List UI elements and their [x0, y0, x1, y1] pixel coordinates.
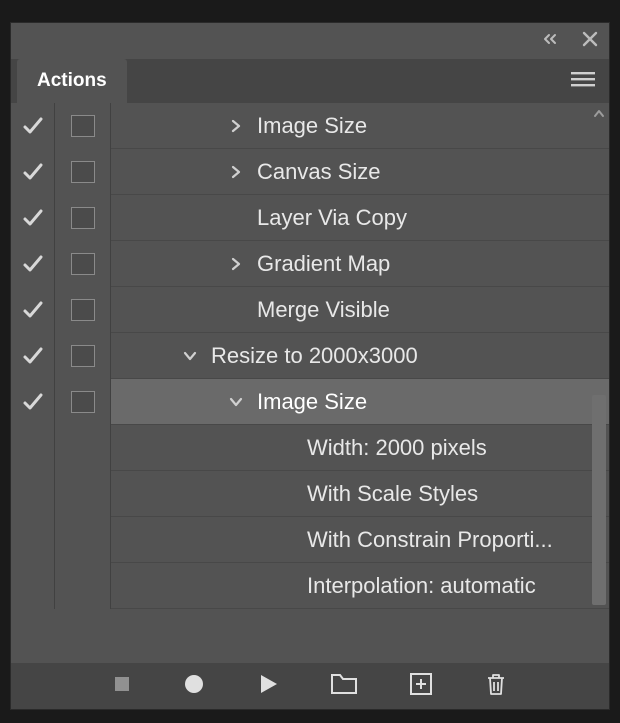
- toggle-enabled[interactable]: [11, 471, 55, 517]
- row-label: Gradient Map: [257, 251, 390, 277]
- panel-footer: [11, 663, 609, 709]
- toggle-dialog[interactable]: [55, 379, 111, 425]
- toggle-enabled[interactable]: [11, 287, 55, 333]
- row-main[interactable]: Canvas Size: [111, 149, 609, 195]
- chevron-right-icon[interactable]: [221, 164, 251, 180]
- row-label: Image Size: [257, 113, 367, 139]
- row-label: Image Size: [257, 389, 367, 415]
- dialog-box-icon[interactable]: [71, 115, 95, 137]
- panel-menu-icon[interactable]: [571, 70, 595, 93]
- row-main[interactable]: Image Size: [111, 379, 609, 425]
- action-row[interactable]: Gradient Map: [11, 241, 609, 287]
- row-main[interactable]: Image Size: [111, 103, 609, 149]
- scroll-thumb[interactable]: [592, 395, 606, 605]
- action-row[interactable]: With Constrain Proporti...: [11, 517, 609, 563]
- dialog-box-icon[interactable]: [71, 391, 95, 413]
- toggle-dialog[interactable]: [55, 563, 111, 609]
- action-row[interactable]: With Scale Styles: [11, 471, 609, 517]
- toggle-dialog[interactable]: [55, 517, 111, 563]
- row-label: Layer Via Copy: [257, 205, 407, 231]
- toggle-dialog[interactable]: [55, 103, 111, 149]
- play-button[interactable]: [257, 673, 279, 700]
- tab-actions[interactable]: Actions: [17, 59, 127, 103]
- toggle-enabled[interactable]: [11, 563, 55, 609]
- row-main[interactable]: Layer Via Copy: [111, 195, 609, 241]
- close-icon[interactable]: [581, 30, 599, 53]
- toggle-dialog[interactable]: [55, 471, 111, 517]
- row-main[interactable]: Merge Visible: [111, 287, 609, 333]
- dialog-box-icon[interactable]: [71, 345, 95, 367]
- toggle-dialog[interactable]: [55, 149, 111, 195]
- actions-panel: Actions Image Size Canvas Size Layer Via C…: [10, 22, 610, 710]
- toggle-enabled[interactable]: [11, 379, 55, 425]
- action-row[interactable]: Image Size: [11, 103, 609, 149]
- tab-label: Actions: [37, 70, 107, 91]
- row-label: With Constrain Proporti...: [307, 527, 553, 553]
- panel-titlebar: [11, 23, 609, 59]
- row-label: Resize to 2000x3000: [211, 343, 418, 369]
- toggle-dialog[interactable]: [55, 195, 111, 241]
- new-action-button[interactable]: [409, 672, 433, 701]
- row-label: With Scale Styles: [307, 481, 478, 507]
- row-label: Interpolation: automatic: [307, 573, 536, 599]
- stop-button[interactable]: [113, 675, 131, 698]
- new-set-button[interactable]: [331, 673, 357, 700]
- action-row[interactable]: Layer Via Copy: [11, 195, 609, 241]
- row-main[interactable]: Interpolation: automatic: [111, 563, 609, 609]
- record-button[interactable]: [183, 673, 205, 700]
- collapse-icon[interactable]: [543, 32, 565, 51]
- action-row[interactable]: Merge Visible: [11, 287, 609, 333]
- chevron-right-icon[interactable]: [221, 118, 251, 134]
- trash-button[interactable]: [485, 672, 507, 701]
- dialog-box-icon[interactable]: [71, 253, 95, 275]
- action-row[interactable]: Width: 2000 pixels: [11, 425, 609, 471]
- dialog-box-icon[interactable]: [71, 207, 95, 229]
- action-row[interactable]: Image Size: [11, 379, 609, 425]
- toggle-enabled[interactable]: [11, 517, 55, 563]
- action-row[interactable]: Canvas Size: [11, 149, 609, 195]
- scrollbar[interactable]: [591, 105, 607, 661]
- dialog-box-icon[interactable]: [71, 299, 95, 321]
- row-main[interactable]: Gradient Map: [111, 241, 609, 287]
- toggle-dialog[interactable]: [55, 333, 111, 379]
- row-label: Merge Visible: [257, 297, 390, 323]
- dialog-box-icon[interactable]: [71, 161, 95, 183]
- panel-tabbar: Actions: [11, 59, 609, 103]
- toggle-enabled[interactable]: [11, 149, 55, 195]
- chevron-right-icon[interactable]: [221, 256, 251, 272]
- actions-list: Image Size Canvas Size Layer Via Copy Gradi…: [11, 103, 609, 663]
- toggle-dialog[interactable]: [55, 241, 111, 287]
- toggle-dialog[interactable]: [55, 287, 111, 333]
- row-label: Canvas Size: [257, 159, 381, 185]
- toggle-enabled[interactable]: [11, 425, 55, 471]
- toggle-dialog[interactable]: [55, 425, 111, 471]
- row-main[interactable]: With Constrain Proporti...: [111, 517, 609, 563]
- chevron-down-icon[interactable]: [175, 348, 205, 364]
- action-row[interactable]: Resize to 2000x3000: [11, 333, 609, 379]
- chevron-down-icon[interactable]: [221, 394, 251, 410]
- toggle-enabled[interactable]: [11, 103, 55, 149]
- action-row[interactable]: Interpolation: automatic: [11, 563, 609, 609]
- toggle-enabled[interactable]: [11, 333, 55, 379]
- toggle-enabled[interactable]: [11, 241, 55, 287]
- toggle-enabled[interactable]: [11, 195, 55, 241]
- scroll-up-icon[interactable]: [591, 105, 607, 121]
- row-main[interactable]: Width: 2000 pixels: [111, 425, 609, 471]
- row-label: Width: 2000 pixels: [307, 435, 487, 461]
- row-main[interactable]: With Scale Styles: [111, 471, 609, 517]
- row-main[interactable]: Resize to 2000x3000: [111, 333, 609, 379]
